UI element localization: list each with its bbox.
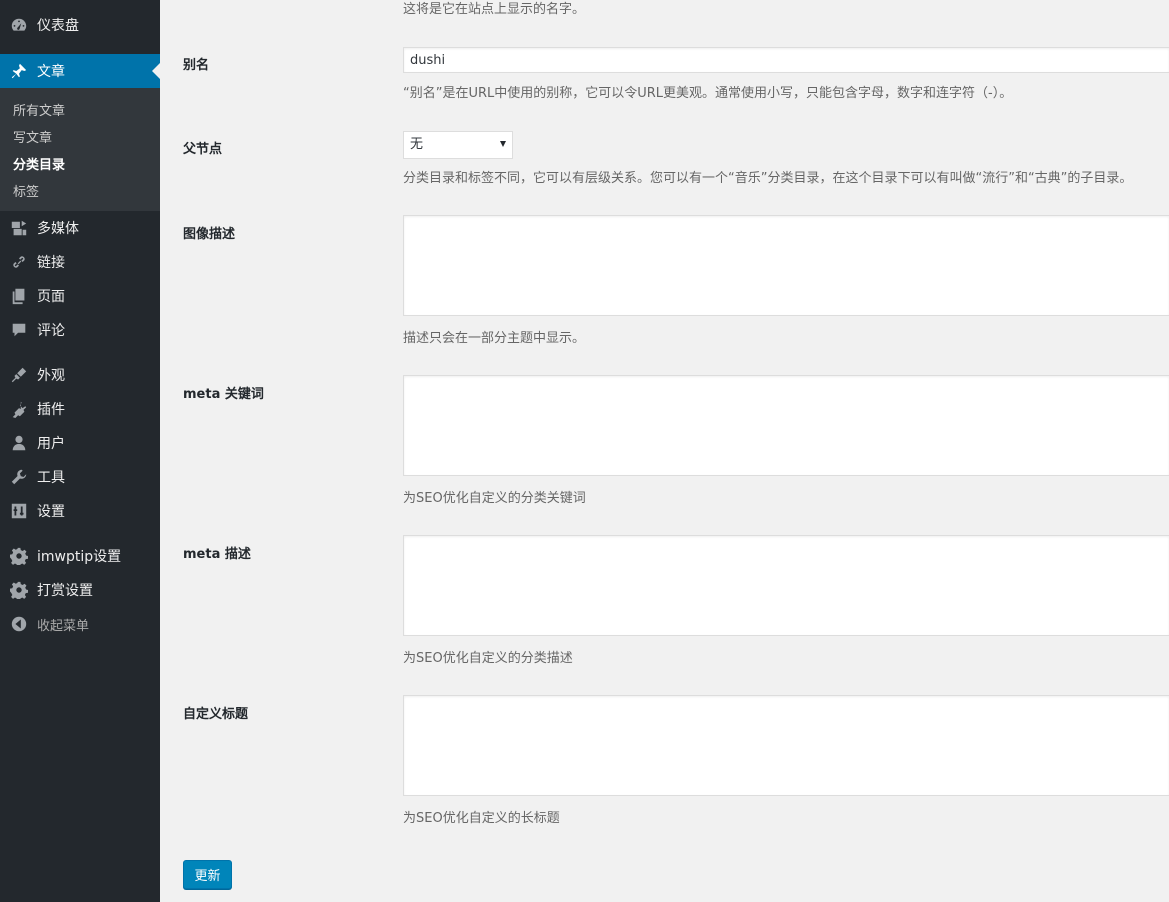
image-description-help: 描述只会在一部分主题中显示。: [403, 331, 586, 346]
custom-title-help: 为SEO优化自定义的长标题: [403, 811, 560, 826]
menu-item-reward-settings[interactable]: 打赏设置: [0, 573, 160, 607]
menu-item-label: 文章: [37, 64, 65, 80]
menu-item-plugins[interactable]: 插件: [0, 392, 160, 426]
dropdown-arrow-icon: [500, 141, 506, 147]
appearance-icon: [9, 365, 29, 385]
slug-input[interactable]: dushi: [403, 47, 1169, 73]
submenu-item-categories[interactable]: 分类目录: [13, 154, 65, 173]
media-icon: [9, 218, 29, 238]
menu-item-links[interactable]: 链接: [0, 245, 160, 279]
dashboard-icon: [9, 15, 29, 35]
wrench-icon: [9, 467, 29, 487]
meta-description-help: 为SEO优化自定义的分类描述: [403, 651, 573, 666]
parent-select[interactable]: 无: [403, 131, 513, 159]
menu-item-label: 页面: [37, 289, 65, 305]
menu-item-label: 收起菜单: [37, 618, 90, 634]
update-button[interactable]: 更新: [183, 860, 232, 889]
posts-submenu: 所有文章 写文章 分类目录 标签: [0, 88, 160, 211]
menu-item-label: 仪表盘: [37, 18, 79, 34]
menu-item-label: 工具: [37, 470, 65, 486]
menu-item-comments[interactable]: 评论: [0, 313, 160, 347]
menu-item-media[interactable]: 多媒体: [0, 211, 160, 245]
menu-item-label: 用户: [37, 436, 65, 452]
app: 仪表盘 文章 所有文章 写文章 分类目录 标签 多媒体 链接 页面 评论 外观 …: [0, 0, 1169, 902]
collapse-menu-button[interactable]: 收起菜单: [0, 607, 160, 641]
pin-icon: [9, 61, 29, 81]
submenu-item-tags[interactable]: 标签: [13, 181, 39, 200]
name-description: 这将是它在站点上显示的名字。: [403, 2, 586, 17]
menu-item-appearance[interactable]: 外观: [0, 358, 160, 392]
settings-icon: [9, 501, 29, 521]
user-icon: [9, 433, 29, 453]
menu-item-imwptip-settings[interactable]: imwptip设置: [0, 539, 160, 573]
meta-keywords-help: 为SEO优化自定义的分类关键词: [403, 491, 586, 506]
pages-icon: [9, 286, 29, 306]
slug-description: “别名”是在URL中使用的别称，它可以令URL更美观。通常使用小写，只能包含字母…: [403, 86, 1013, 101]
parent-description: 分类目录和标签不同，它可以有层级关系。您可以有一个“音乐”分类目录，在这个目录下…: [403, 171, 1133, 186]
menu-item-label: 评论: [37, 323, 65, 339]
parent-select-value: 无: [410, 137, 424, 152]
meta-keywords-textarea[interactable]: [403, 375, 1169, 476]
plugin-icon: [9, 399, 29, 419]
menu-item-label: 多媒体: [37, 221, 79, 237]
custom-title-label: 自定义标题: [183, 707, 249, 722]
gear-icon: [9, 546, 29, 566]
comment-icon: [9, 320, 29, 340]
menu-item-pages[interactable]: 页面: [0, 279, 160, 313]
gear-icon: [9, 580, 29, 600]
parent-label: 父节点: [183, 142, 223, 157]
submenu-item-all-posts[interactable]: 所有文章: [13, 100, 65, 119]
meta-description-textarea[interactable]: [403, 535, 1169, 636]
menu-item-label: imwptip设置: [37, 549, 122, 565]
admin-sidebar: 仪表盘 文章 所有文章 写文章 分类目录 标签 多媒体 链接 页面 评论 外观 …: [0, 0, 160, 902]
meta-keywords-label: meta 关键词: [183, 387, 264, 402]
meta-description-label: meta 描述: [183, 547, 251, 562]
menu-item-label: 打赏设置: [37, 583, 93, 599]
link-icon: [9, 252, 29, 272]
submenu-item-new-post[interactable]: 写文章: [13, 127, 52, 146]
menu-item-tools[interactable]: 工具: [0, 460, 160, 494]
menu-item-label: 设置: [37, 504, 65, 520]
image-description-label: 图像描述: [183, 227, 236, 242]
menu-item-dashboard[interactable]: 仪表盘: [0, 8, 160, 42]
menu-item-label: 外观: [37, 368, 65, 384]
custom-title-textarea[interactable]: [403, 695, 1169, 796]
image-description-textarea[interactable]: [403, 215, 1169, 316]
menu-item-settings[interactable]: 设置: [0, 494, 160, 528]
menu-item-users[interactable]: 用户: [0, 426, 160, 460]
slug-label: 别名: [183, 58, 210, 73]
menu-item-label: 插件: [37, 402, 65, 418]
collapse-icon: [9, 614, 29, 634]
menu-item-label: 链接: [37, 255, 65, 271]
menu-item-posts[interactable]: 文章: [0, 54, 160, 88]
